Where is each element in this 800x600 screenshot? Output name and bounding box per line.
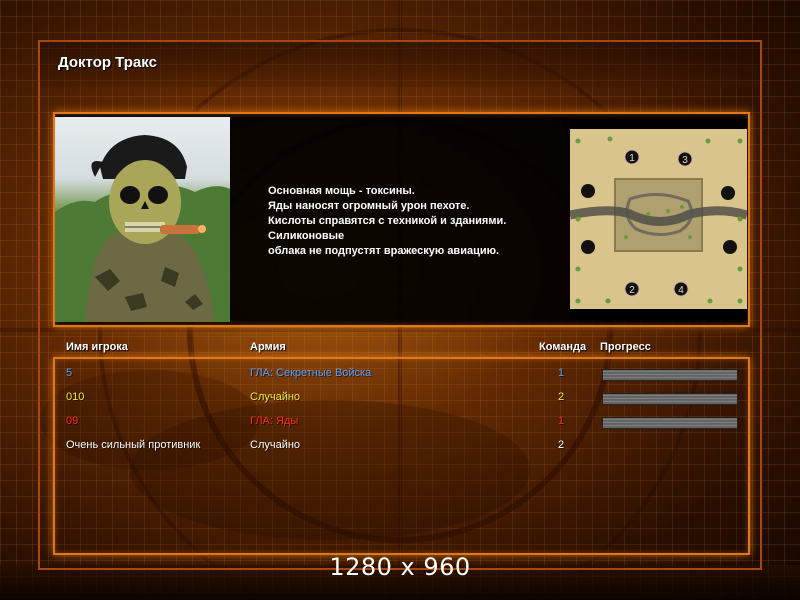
player-army: ГЛА: Яды — [250, 415, 299, 427]
player-row: Очень сильный противник Случайно 2 — [0, 439, 800, 457]
loading-progress-bar — [602, 393, 738, 405]
description-line: Силиконовые — [268, 230, 345, 242]
map-preview: 1 3 2 4 — [570, 119, 747, 320]
page-title: Доктор Тракс — [58, 54, 157, 71]
player-name: 09 — [66, 415, 79, 427]
player-row: 5 ГЛА: Секретные Войска 1 — [0, 367, 800, 385]
column-header-progress: Прогресс — [600, 341, 651, 353]
column-header-team: Команда — [539, 341, 587, 353]
player-team: 1 — [558, 367, 565, 379]
player-name: 010 — [66, 391, 85, 403]
player-team: 1 — [558, 415, 565, 427]
player-army: Случайно — [250, 439, 301, 451]
loading-progress-bar — [602, 417, 738, 429]
description-line: Основная мощь - токсины. — [268, 185, 415, 197]
player-army: Случайно — [250, 391, 301, 403]
start-position-3: 3 — [682, 155, 688, 166]
general-portrait — [55, 117, 230, 322]
start-position-4: 4 — [678, 285, 684, 296]
faction-description: Основная мощь - токсины. Яды наносят огр… — [268, 184, 558, 259]
player-team: 2 — [558, 391, 565, 403]
description-line: Кислоты справятся с техникой и зданиями. — [268, 215, 507, 227]
player-name: Очень сильный противник — [66, 439, 201, 451]
player-row: 09 ГЛА: Яды 1 — [0, 415, 800, 433]
description-line: облака не подпустят вражескую авиацию. — [268, 245, 500, 257]
resolution-label: 1280 x 960 — [329, 553, 471, 581]
description-line: Яды наносят огромный урон пехоте. — [268, 200, 470, 212]
player-name: 5 — [66, 367, 73, 379]
column-header-player: Имя игрока — [66, 341, 128, 353]
start-position-1: 1 — [629, 153, 635, 164]
player-row: 010 Случайно 2 — [0, 391, 800, 409]
player-army: ГЛА: Секретные Войска — [250, 367, 372, 379]
column-header-army: Армия — [250, 341, 286, 353]
start-position-2: 2 — [629, 285, 635, 296]
loading-progress-bar — [602, 369, 738, 381]
player-team: 2 — [558, 439, 565, 451]
